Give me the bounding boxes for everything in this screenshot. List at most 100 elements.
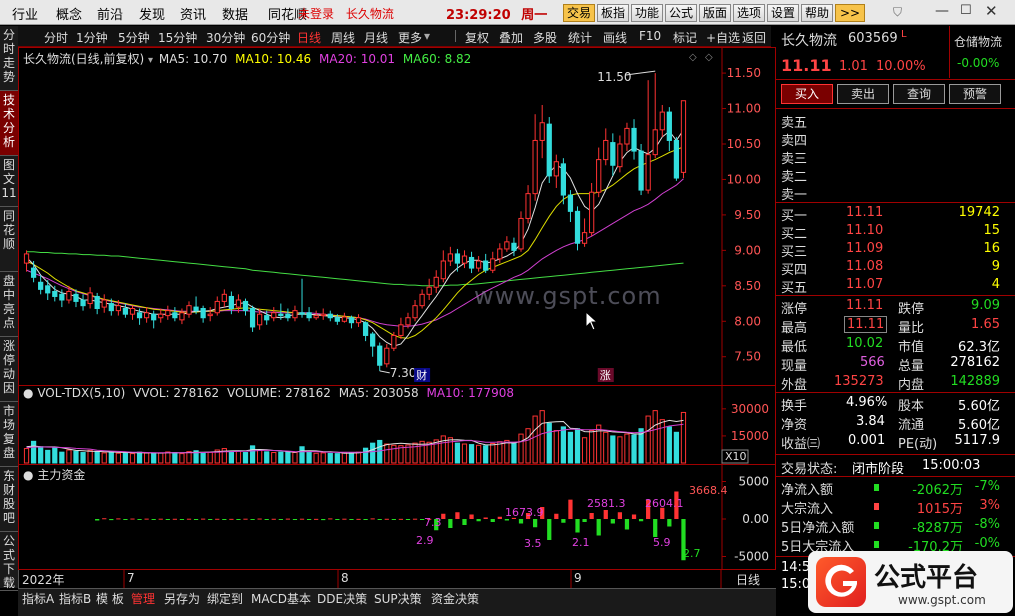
tab-tonghuashun[interactable]: 同花顺: [0, 207, 18, 272]
candle: [610, 133, 616, 176]
tool-statistics[interactable]: 统计: [568, 29, 592, 46]
bid-1-volume: 19742: [958, 205, 1000, 220]
kline-panel[interactable]: 11.50 11.00 10.50 10.00 9.50 9.00 8.50 8.00 7.50…: [18, 47, 776, 386]
bottom-tab-save-as[interactable]: 另存为: [164, 590, 200, 607]
clock-time: 23:29:20: [446, 8, 511, 23]
diamond-icon[interactable]: ◇: [689, 52, 697, 63]
period-intraday[interactable]: 分时: [44, 29, 68, 46]
menu-discover[interactable]: 发现: [139, 4, 165, 23]
toolbar-more-button[interactable]: >>: [835, 4, 865, 22]
tool-overlay[interactable]: 叠加: [499, 29, 523, 46]
tab-forum[interactable]: 东财股吧: [0, 467, 18, 532]
brand-url: www.gspt.com: [898, 593, 986, 607]
fund-flow-panel[interactable]: 5000 0.00 -5000 7.3 2.9 1673.9 2581.3 2604.1 366…: [18, 464, 776, 570]
period-more[interactable]: 更多: [398, 29, 422, 46]
toolbar-settings-button[interactable]: 设置: [767, 4, 800, 22]
period-daily[interactable]: 日线: [297, 29, 321, 46]
fund-flow-bar: [638, 519, 644, 522]
tool-back[interactable]: 返回: [742, 29, 766, 46]
toolbar-function-button[interactable]: 功能: [631, 4, 664, 22]
stat-value-eps: 0.001: [848, 433, 886, 448]
date-mode[interactable]: 日线: [736, 571, 760, 588]
bottom-tab-fund[interactable]: 资金决策: [431, 590, 479, 607]
fund-flow-bar: [589, 513, 594, 519]
diamond-icon[interactable]: ◇: [705, 52, 713, 63]
fund-flow-bar: [278, 519, 283, 520]
toolbar-trade-button[interactable]: 交易: [563, 4, 596, 22]
period-1min[interactable]: 1分钟: [76, 29, 108, 46]
info-icon[interactable]: ●: [23, 386, 33, 400]
menu-data[interactable]: 数据: [222, 4, 248, 23]
bottom-tab-indicator-a[interactable]: 指标A: [22, 590, 54, 607]
minimize-icon[interactable]: —: [935, 3, 949, 19]
toolbar-index-button[interactable]: 板指: [597, 4, 630, 22]
stat-label-current-vol: 现量: [781, 359, 808, 374]
bottom-tab-indicator-b[interactable]: 指标B: [59, 590, 91, 607]
tab-limitup-reason[interactable]: 涨停动因: [0, 337, 18, 402]
period-weekly[interactable]: 周线: [331, 29, 355, 46]
tab-intraday[interactable]: 分时走势: [0, 26, 18, 91]
tool-f10[interactable]: F10: [639, 29, 661, 43]
volume-panel[interactable]: 30000 15000 X10 ● VOL-TDX(5,10) VVOL: 2781…: [18, 384, 776, 465]
chevron-down-icon[interactable]: ▾: [424, 29, 430, 43]
tab-news[interactable]: 图文11: [0, 156, 18, 207]
query-button[interactable]: 查询: [893, 84, 945, 104]
tool-multi-stock[interactable]: 多股: [533, 29, 557, 46]
candle: [652, 73, 658, 159]
bottom-tab-manage[interactable]: 管理: [131, 590, 155, 607]
tab-highlights[interactable]: 盘中亮点: [0, 272, 18, 337]
ask-1-label: 卖一: [781, 188, 808, 203]
sector-name[interactable]: 仓储物流: [954, 33, 1002, 50]
maximize-icon[interactable]: ☐: [960, 3, 972, 18]
toolbar-options-button[interactable]: 选项: [733, 4, 766, 22]
close-icon[interactable]: ✕: [985, 2, 998, 20]
toolbar-formula-button[interactable]: 公式: [665, 4, 698, 22]
kline-chart[interactable]: 11.50 11.00 10.50 10.00 9.50 9.00 8.50 8.00 7.50…: [19, 48, 775, 385]
bottom-tab-bind[interactable]: 绑定到: [207, 590, 243, 607]
tab-formula-download[interactable]: 公式下载: [0, 532, 18, 591]
fund-flow-bar: [349, 519, 354, 520]
shirt-icon[interactable]: ⛉: [893, 5, 902, 20]
tool-draw-line[interactable]: 画线: [603, 29, 627, 46]
fund-flow-chart[interactable]: 5000 0.00 -5000 7.3 2.9 1673.9 2581.3 2604.1 366…: [19, 464, 775, 569]
candle: [497, 243, 503, 264]
tool-mark[interactable]: 标记: [673, 29, 697, 46]
period-15min[interactable]: 15分钟: [158, 29, 197, 46]
fund-flow-bar: [533, 519, 538, 528]
bottom-tab-template[interactable]: 模 板: [96, 590, 124, 607]
period-60min[interactable]: 60分钟: [251, 29, 290, 46]
ma60-line: [26, 251, 684, 287]
menu-concept[interactable]: 概念: [56, 4, 82, 23]
bottom-tab-dde[interactable]: DDE决策: [317, 590, 367, 607]
menu-news[interactable]: 资讯: [180, 4, 206, 23]
stat-label-inner: 内盘: [898, 378, 925, 393]
fund-flow-bar: [321, 519, 326, 521]
toolbar-help-button[interactable]: 帮助: [801, 4, 834, 22]
info-icon[interactable]: ●: [23, 468, 33, 482]
bottom-tab-macd[interactable]: MACD基本: [251, 590, 311, 607]
buy-button[interactable]: 买入: [781, 84, 833, 104]
toolbar-layout-button[interactable]: 版面: [699, 4, 732, 22]
tab-technical[interactable]: 技术分析: [0, 91, 18, 156]
fund-flow-bar: [306, 519, 312, 520]
period-30min[interactable]: 30分钟: [206, 29, 245, 46]
tab-market-review[interactable]: 市场复盘: [0, 402, 18, 467]
brand-logo-icon: [816, 557, 866, 607]
flow-value-block: 1015万: [916, 502, 963, 517]
menu-frontier[interactable]: 前沿: [97, 4, 123, 23]
tool-add-watchlist[interactable]: +自选: [706, 29, 740, 46]
login-status[interactable]: 未登录 长久物流: [298, 5, 394, 22]
menu-industry[interactable]: 行业: [12, 4, 38, 23]
bottom-tab-sup[interactable]: SUP决策: [374, 590, 422, 607]
fund-flow-bar: [483, 517, 488, 519]
period-monthly[interactable]: 月线: [364, 29, 388, 46]
period-5min[interactable]: 5分钟: [118, 29, 150, 46]
tick-time-1: 14:5: [781, 560, 811, 575]
chevron-down-icon[interactable]: ▾: [148, 55, 153, 66]
volume-bar: [334, 453, 340, 464]
sell-button[interactable]: 卖出: [837, 84, 889, 104]
date-label-aug: 8: [341, 571, 349, 585]
tool-rights-adjust[interactable]: 复权: [465, 29, 489, 46]
volume-bar: [645, 415, 651, 464]
alert-button[interactable]: 预警: [949, 84, 1001, 104]
